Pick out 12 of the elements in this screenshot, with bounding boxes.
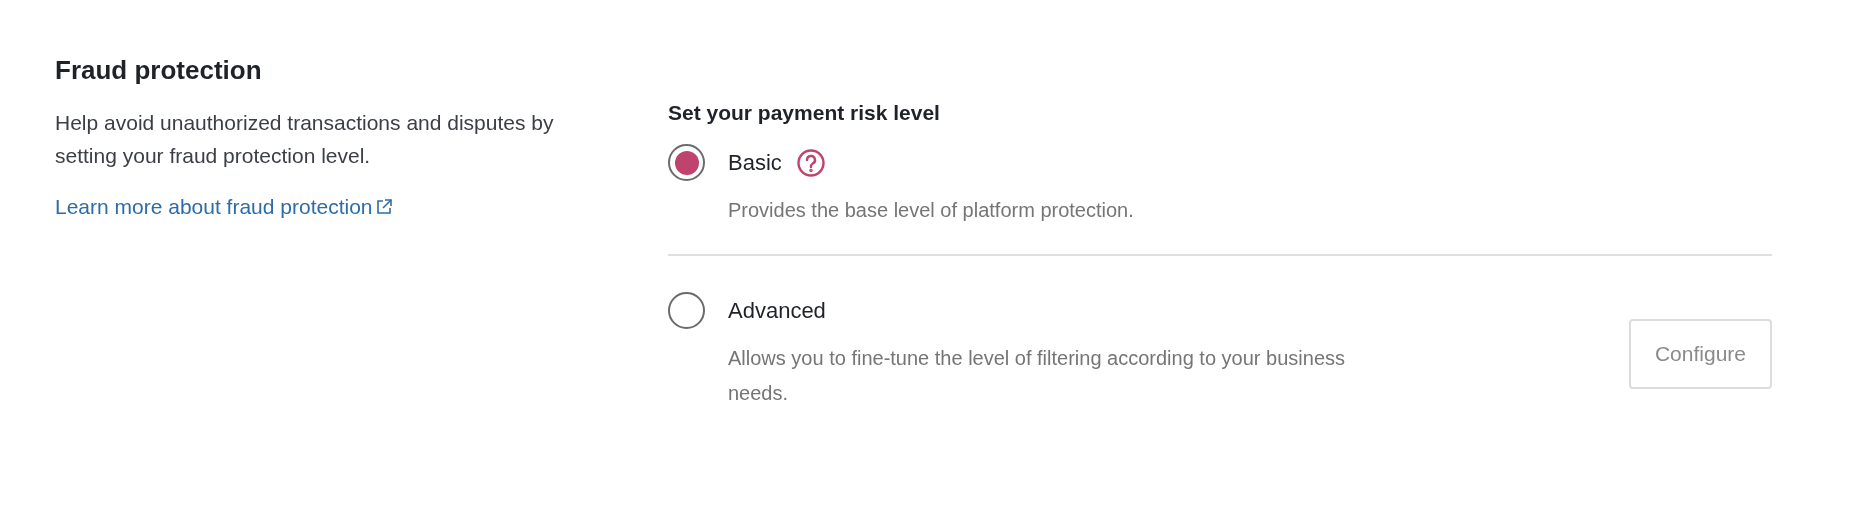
- external-link-icon: [374, 198, 393, 216]
- option-label[interactable]: Basic: [728, 146, 782, 179]
- radio-button[interactable]: [668, 292, 705, 329]
- option-label[interactable]: Advanced: [728, 294, 826, 327]
- risk-level-heading: Set your payment risk level: [668, 100, 940, 126]
- help-icon[interactable]: [795, 147, 826, 178]
- option-description: Provides the base level of platform protection.: [728, 198, 1135, 223]
- learn-more-link[interactable]: Learn more about fraud protection: [55, 192, 393, 222]
- section-title: Fraud protection: [55, 54, 262, 87]
- section-description: Help avoid unauthorized transactions and disputes by setting your fraud protection level.: [55, 110, 555, 169]
- option-description: Allows you to fine-tune the level of filtering according to your business needs.: [728, 346, 1346, 406]
- radio-button[interactable]: [668, 144, 705, 181]
